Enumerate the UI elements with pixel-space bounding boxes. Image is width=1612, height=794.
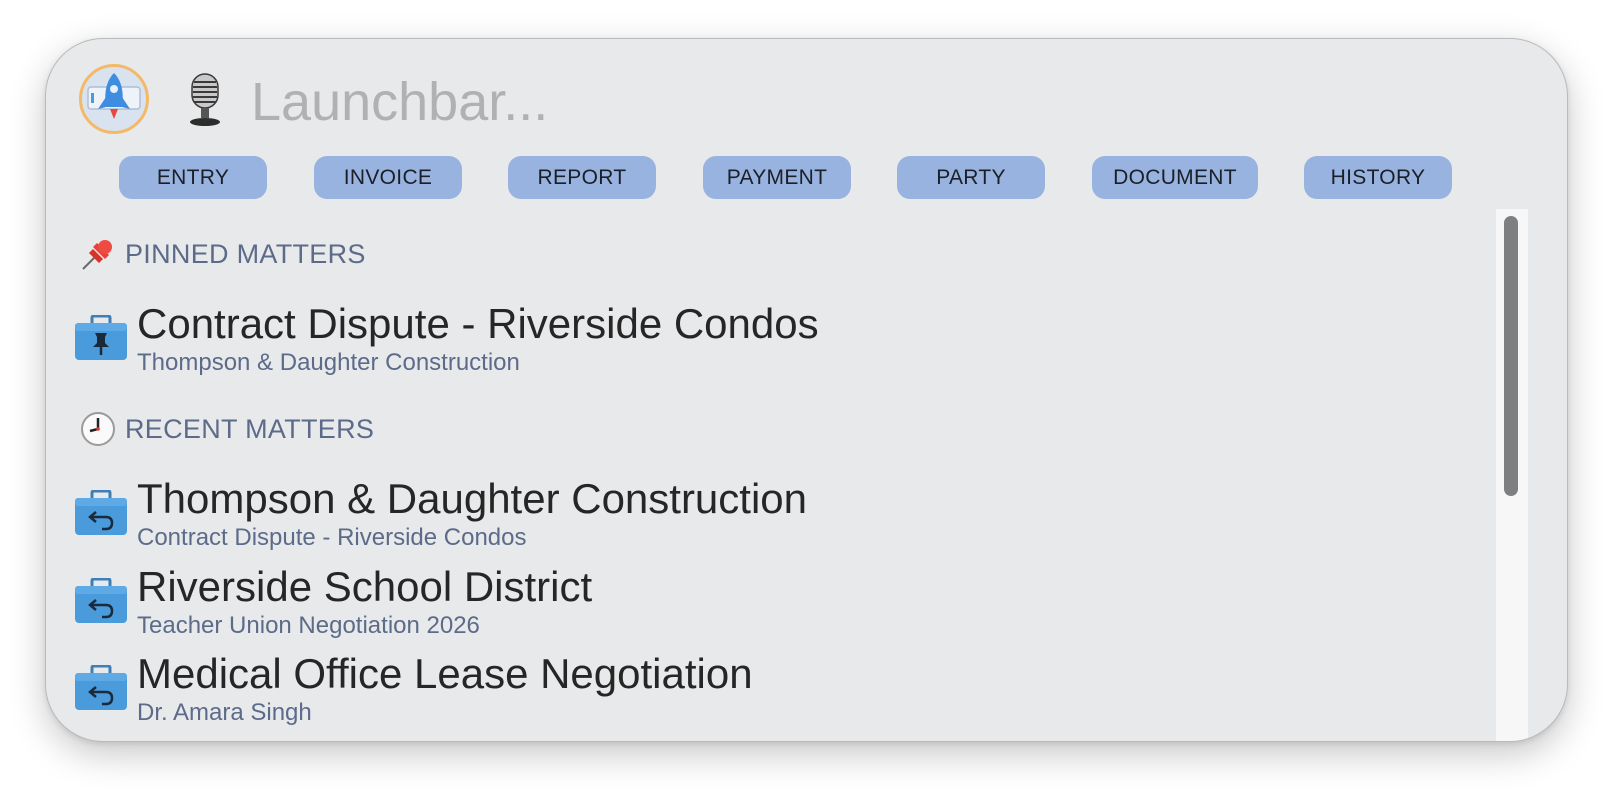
chip-party[interactable]: PARTY: [897, 156, 1045, 199]
chip-report[interactable]: REPORT: [508, 156, 656, 199]
launchbar-window: ENTRY INVOICE REPORT PAYMENT PARTY DOCUM…: [45, 38, 1568, 742]
pinned-matter-item[interactable]: Contract Dispute - Riverside Condos Thom…: [74, 299, 1454, 383]
results-list: PINNED MATTERS Contract Dispute - Rivers…: [46, 209, 1496, 741]
chip-history[interactable]: HISTORY: [1304, 156, 1452, 199]
briefcase-pin-icon: [74, 314, 128, 361]
pushpin-icon: [79, 235, 117, 273]
briefcase-undo-icon: [74, 577, 128, 624]
matter-title: Thompson & Daughter Construction: [137, 475, 808, 522]
search-input[interactable]: [251, 69, 1451, 135]
scrollbar-thumb[interactable]: [1504, 216, 1518, 496]
recent-section-header: RECENT MATTERS: [79, 410, 374, 448]
recent-section-label: RECENT MATTERS: [125, 413, 375, 444]
pinned-section-label: PINNED MATTERS: [125, 238, 366, 269]
briefcase-undo-icon: [74, 489, 128, 536]
chip-payment[interactable]: PAYMENT: [703, 156, 851, 199]
matter-title: Medical Office Lease Negotiation: [137, 650, 753, 697]
chip-document[interactable]: DOCUMENT: [1092, 156, 1258, 199]
microphone-icon[interactable]: [186, 72, 224, 128]
recent-matter-item[interactable]: Riverside School District Teacher Union …: [74, 562, 1454, 646]
chip-entry[interactable]: ENTRY: [119, 156, 267, 199]
matter-subtitle: Thompson & Daughter Construction: [137, 349, 520, 376]
matter-subtitle: Teacher Union Negotiation 2026: [137, 612, 480, 639]
matter-subtitle: Dr. Amara Singh: [137, 699, 312, 726]
matter-title: Riverside School District: [137, 563, 593, 610]
pinned-section-header: PINNED MATTERS: [79, 235, 366, 273]
recent-matter-item[interactable]: Medical Office Lease Negotiation Dr. Ama…: [74, 649, 1454, 733]
matter-title: Contract Dispute - Riverside Condos: [137, 300, 819, 347]
chip-invoice[interactable]: INVOICE: [314, 156, 462, 199]
clock-icon: [79, 410, 117, 448]
rocket-app-icon[interactable]: [79, 64, 149, 134]
recent-matter-item[interactable]: Thompson & Daughter Construction Contrac…: [74, 474, 1454, 558]
matter-subtitle: Contract Dispute - Riverside Condos: [137, 524, 527, 551]
briefcase-undo-icon: [74, 664, 128, 711]
